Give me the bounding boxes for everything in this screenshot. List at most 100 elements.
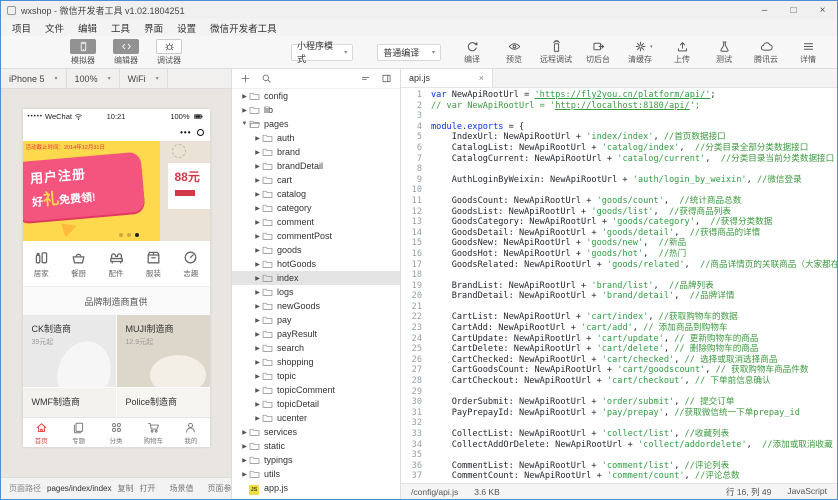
远程调试-button[interactable]: 远程调试 [535,40,577,65]
tree-item-search[interactable]: ▶search [232,341,400,355]
tree-item-brandDetail[interactable]: ▶brandDetail [232,159,400,173]
tree-item-comment[interactable]: ▶comment [232,215,400,229]
banner-slide-next[interactable]: 88元 [160,141,210,241]
tree-item-index[interactable]: ▶index [232,271,400,285]
menu-item-界面[interactable]: 界面 [137,21,170,35]
open-button[interactable]: 打开 [140,483,156,494]
tree-item-app.js[interactable]: JSapp.js [232,481,400,495]
capsule-more-icon[interactable]: ••• [180,128,191,137]
minimize-button[interactable]: – [750,1,779,19]
code-line-27[interactable]: 27 CartGoodsCount: NewApiRootUrl + 'cart… [401,365,837,376]
tree-item-payResult[interactable]: ▶payResult [232,327,400,341]
language-mode[interactable]: JavaScript [787,486,827,498]
code-line-8[interactable]: 8 [401,164,837,175]
tree-item-logs[interactable]: ▶logs [232,285,400,299]
tree-item-newGoods[interactable]: ▶newGoods [232,299,400,313]
close-button[interactable]: × [808,1,837,19]
code-line-1[interactable]: 1var NewApiRootUrl = 'https://fly2you.cn… [401,90,837,101]
tree-item-topic[interactable]: ▶topic [232,369,400,383]
add-file-icon[interactable] [240,73,251,84]
预览-button[interactable]: 预览 [493,40,535,65]
tree-item-config[interactable]: ▶config [232,89,400,103]
zoom-select[interactable]: 100%▾ [67,69,120,88]
search-icon[interactable] [261,73,272,84]
code-line-26[interactable]: 26 CartChecked: NewApiRootUrl + 'cart/ch… [401,355,837,366]
编译-button[interactable]: 编译 [451,40,493,65]
phone-tab-首页[interactable]: 首页 [23,418,60,447]
tree-item-topicComment[interactable]: ▶topicComment [232,383,400,397]
code-line-19[interactable]: 19 BrandList: NewApiRootUrl + 'brand/lis… [401,281,837,292]
category-志趣[interactable]: 志趣 [172,241,209,286]
tree-item-catalog[interactable]: ▶catalog [232,187,400,201]
code-line-9[interactable]: 9 AuthLoginByWeixin: NewApiRootUrl + 'au… [401,175,837,186]
code-line-30[interactable]: 30 OrderSubmit: NewApiRootUrl + 'order/s… [401,397,837,408]
tree-item-commentPost[interactable]: ▶commentPost [232,229,400,243]
code-line-36[interactable]: 36 CommentList: NewApiRootUrl + 'comment… [401,461,837,472]
code-line-4[interactable]: 4module.exports = { [401,122,837,133]
code-line-16[interactable]: 16 GoodsHot: NewApiRootUrl + 'goods/hot'… [401,249,837,260]
code-line-32[interactable]: 32 [401,418,837,429]
category-居家[interactable]: 居家 [23,241,60,286]
toggle-模拟器[interactable]: 模拟器 [63,39,103,66]
code-line-33[interactable]: 33 CollectList: NewApiRootUrl + 'collect… [401,429,837,440]
切后台-button[interactable]: 切后台 [577,40,619,65]
banner-carousel[interactable]: 活动截止时间：2014年12月31日 用户注册 好礼免费领! [23,141,210,241]
code-line-5[interactable]: 5 IndexUrl: NewApiRootUrl + 'index/index… [401,132,837,143]
menu-item-微信开发者工具[interactable]: 微信开发者工具 [203,21,284,35]
tab-api-js[interactable]: api.js × [401,69,493,87]
close-tab-icon[interactable]: × [479,73,484,83]
code-line-22[interactable]: 22 CartList: NewApiRootUrl + 'cart/index… [401,312,837,323]
code-line-31[interactable]: 31 PayPrepayId: NewApiRootUrl + 'pay/pre… [401,408,837,419]
tree-item-shopping[interactable]: ▶shopping [232,355,400,369]
miniprogram-capsule[interactable]: ••• [180,128,203,137]
code-line-21[interactable]: 21 [401,302,837,313]
code-line-7[interactable]: 7 CatalogCurrent: NewApiRootUrl + 'catal… [401,154,837,165]
tree-item-cart[interactable]: ▶cart [232,173,400,187]
menu-item-设置[interactable]: 设置 [170,21,203,35]
toggle-编辑器[interactable]: 编辑器 [106,39,146,66]
code-line-24[interactable]: 24 CartUpdate: NewApiRootUrl + 'cart/upd… [401,334,837,345]
code-line-37[interactable]: 37 CommentCount: NewApiRootUrl + 'commen… [401,471,837,482]
code-line-25[interactable]: 25 CartDelete: NewApiRootUrl + 'cart/del… [401,344,837,355]
详情-button[interactable]: 详情 [787,40,829,65]
code-line-14[interactable]: 14 GoodsDetail: NewApiRootUrl + 'goods/d… [401,228,837,239]
device-select[interactable]: iPhone 5▾ [1,69,67,88]
menu-item-工具[interactable]: 工具 [104,21,137,35]
scene-value-button[interactable]: 场景值 [170,483,194,494]
brand-card-CK制造商[interactable]: CK制造商39元起 [23,315,116,387]
腾讯云-button[interactable]: 腾讯云 [745,40,787,65]
tree-item-category[interactable]: ▶category [232,201,400,215]
tree-item-pages[interactable]: ▼pages [232,117,400,131]
tree-item-topicDetail[interactable]: ▶topicDetail [232,397,400,411]
code-line-13[interactable]: 13 GoodsCategory: NewApiRootUrl + 'goods… [401,217,837,228]
code-line-20[interactable]: 20 BrandDetail: NewApiRootUrl + 'brand/d… [401,291,837,302]
code-line-34[interactable]: 34 CollectAddOrDelete: NewApiRootUrl + '… [401,440,837,451]
category-配件[interactable]: 配件 [97,241,134,286]
network-select[interactable]: WiFi▾ [120,69,168,88]
category-服装[interactable]: 服装 [135,241,172,286]
mode-select[interactable]: 小程序模式 ▾ [291,44,353,61]
tree-item-typings[interactable]: ▶typings [232,453,400,467]
menu-item-项目[interactable]: 项目 [5,21,38,35]
menu-item-文件[interactable]: 文件 [38,21,71,35]
code-line-23[interactable]: 23 CartAdd: NewApiRootUrl + 'cart/add', … [401,323,837,334]
phone-tab-专题[interactable]: 专题 [60,418,97,447]
tree-item-brand[interactable]: ▶brand [232,145,400,159]
banner-slide-promo[interactable]: 活动截止时间：2014年12月31日 用户注册 好礼免费领! [23,141,160,241]
code-line-12[interactable]: 12 GoodsList: NewApiRootUrl + 'goods/lis… [401,207,837,218]
compile-select[interactable]: 普通编译 ▾ [377,44,441,61]
code-line-28[interactable]: 28 CartCheckout: NewApiRootUrl + 'cart/c… [401,376,837,387]
category-餐厨[interactable]: 餐厨 [60,241,97,286]
测试-button[interactable]: 测试 [703,40,745,65]
清缓存-button[interactable]: ▾清缓存 [619,40,661,65]
code-line-10[interactable]: 10 [401,185,837,196]
tree-item-hotGoods[interactable]: ▶hotGoods [232,257,400,271]
brand-card-MUJI制造商[interactable]: MUJI制造商12.9元起 [117,315,210,387]
menu-item-编辑[interactable]: 编辑 [71,21,104,35]
code-line-17[interactable]: 17 GoodsRelated: NewApiRootUrl + 'goods/… [401,260,837,271]
tree-item-auth[interactable]: ▶auth [232,131,400,145]
copy-button[interactable]: 复制 [118,483,134,494]
code-line-11[interactable]: 11 GoodsCount: NewApiRootUrl + 'goods/co… [401,196,837,207]
code-line-3[interactable]: 3 [401,111,837,122]
collapse-all-icon[interactable] [360,73,371,84]
